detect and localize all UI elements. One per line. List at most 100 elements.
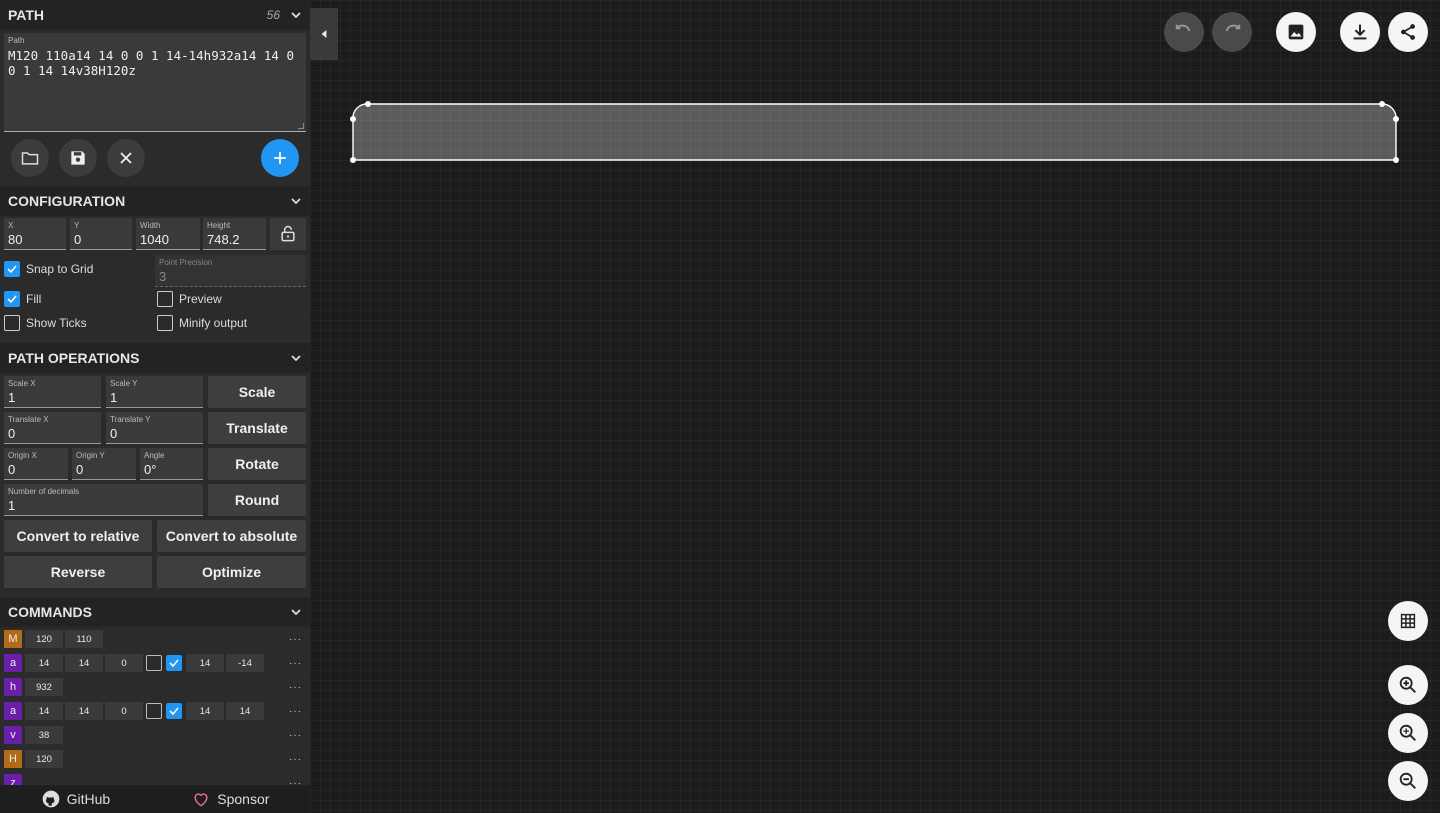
command-value-input[interactable]: 120: [25, 750, 63, 768]
command-letter[interactable]: v: [4, 726, 22, 744]
round-button[interactable]: Round: [208, 484, 306, 516]
command-value-input[interactable]: 932: [25, 678, 63, 696]
y-field[interactable]: Y 0: [70, 218, 132, 250]
command-letter[interactable]: h: [4, 678, 22, 696]
preview-checkbox[interactable]: Preview: [157, 291, 222, 307]
arc-flag-checkbox-checked[interactable]: [166, 703, 182, 719]
show-ticks-checkbox[interactable]: Show Ticks: [4, 315, 87, 331]
sponsor-link[interactable]: Sponsor: [191, 789, 269, 809]
fill-checkbox[interactable]: Fill: [4, 291, 41, 307]
angle-field[interactable]: Angle 0°: [140, 448, 203, 480]
share-button[interactable]: [1388, 12, 1428, 52]
translate-y-field[interactable]: Translate Y 0: [106, 412, 203, 444]
aspect-lock-button[interactable]: [270, 218, 306, 250]
convert-to-relative-button[interactable]: Convert to relative: [4, 520, 152, 552]
commands-header[interactable]: COMMANDS: [0, 597, 310, 627]
path-point-handle[interactable]: [350, 116, 356, 122]
add-path-button[interactable]: [261, 139, 299, 177]
rotate-button[interactable]: Rotate: [208, 448, 306, 480]
command-row[interactable]: h 932 ···: [4, 678, 306, 696]
clear-button[interactable]: [107, 139, 145, 177]
chevron-down-icon[interactable]: [290, 352, 302, 364]
command-value-input[interactable]: 38: [25, 726, 63, 744]
command-row[interactable]: v 38 ···: [4, 726, 306, 744]
path-section-header[interactable]: PATH 56: [0, 0, 310, 30]
convert-to-absolute-button[interactable]: Convert to absolute: [157, 520, 306, 552]
redo-button[interactable]: [1212, 12, 1252, 52]
path-point-handle[interactable]: [1393, 157, 1399, 163]
path-operations-header[interactable]: PATH OPERATIONS: [0, 343, 310, 373]
decimals-field[interactable]: Number of decimals 1: [4, 484, 203, 516]
toggle-grid-button[interactable]: [1388, 601, 1428, 641]
path-textarea[interactable]: M120 110a14 14 0 0 1 14-14h932a14 14 0 0…: [8, 48, 302, 128]
github-link[interactable]: GitHub: [41, 789, 110, 809]
command-row[interactable]: a 14 14 0 14 -14 ···: [4, 654, 306, 672]
origin-x-field[interactable]: Origin X 0: [4, 448, 68, 480]
scale-x-field[interactable]: Scale X 1: [4, 376, 101, 408]
path-point-handle[interactable]: [350, 157, 356, 163]
more-options-icon[interactable]: ···: [289, 706, 302, 717]
command-value-input[interactable]: 14: [226, 702, 264, 720]
undo-button[interactable]: [1164, 12, 1204, 52]
path-shape[interactable]: [352, 103, 1397, 161]
command-letter[interactable]: M: [4, 630, 22, 648]
snap-to-grid-checkbox[interactable]: Snap to Grid: [4, 261, 93, 277]
path-point-handle[interactable]: [365, 101, 371, 107]
command-letter[interactable]: a: [4, 702, 22, 720]
zoom-fit-button[interactable]: [1388, 713, 1428, 753]
path-point-handle[interactable]: [1379, 101, 1385, 107]
command-value-input[interactable]: 0: [105, 702, 143, 720]
command-row[interactable]: M 120 110 ···: [4, 630, 306, 648]
command-value-input[interactable]: 120: [25, 630, 63, 648]
origin-y-field[interactable]: Origin Y 0: [72, 448, 136, 480]
translate-button[interactable]: Translate: [208, 412, 306, 444]
open-file-button[interactable]: [11, 139, 49, 177]
arc-flag-checkbox[interactable]: [146, 703, 162, 719]
command-letter[interactable]: a: [4, 654, 22, 672]
scale-y-field[interactable]: Scale Y 1: [106, 376, 203, 408]
more-options-icon[interactable]: ···: [289, 658, 302, 669]
command-row[interactable]: a 14 14 0 14 14 ···: [4, 702, 306, 720]
command-value-input[interactable]: 0: [105, 654, 143, 672]
zoom-out-button[interactable]: [1388, 761, 1428, 801]
more-options-icon[interactable]: ···: [289, 730, 302, 741]
save-button[interactable]: [59, 139, 97, 177]
translate-x-field[interactable]: Translate X 0: [4, 412, 101, 444]
background-image-button[interactable]: [1276, 12, 1316, 52]
download-button[interactable]: [1340, 12, 1380, 52]
configuration-section-header[interactable]: CONFIGURATION: [0, 186, 310, 216]
height-field[interactable]: Height 748.2: [203, 218, 266, 250]
more-options-icon[interactable]: ···: [289, 682, 302, 693]
command-letter[interactable]: H: [4, 750, 22, 768]
command-value-input[interactable]: 14: [25, 654, 63, 672]
width-field[interactable]: Width 1040: [136, 218, 200, 250]
command-value-input[interactable]: 14: [186, 654, 224, 672]
origin-x-label: Origin X: [8, 451, 37, 460]
command-value-input[interactable]: 110: [65, 630, 103, 648]
path-input-field[interactable]: Path M120 110a14 14 0 0 1 14-14h932a14 1…: [4, 33, 306, 132]
scale-button[interactable]: Scale: [208, 376, 306, 408]
chevron-down-icon[interactable]: [290, 195, 302, 207]
save-icon: [71, 151, 85, 165]
command-value-input[interactable]: 14: [25, 702, 63, 720]
reverse-button[interactable]: Reverse: [4, 556, 152, 588]
arc-flag-checkbox-checked[interactable]: [166, 655, 182, 671]
chevron-down-icon[interactable]: [290, 606, 302, 618]
command-value-input[interactable]: 14: [65, 702, 103, 720]
command-row[interactable]: H 120 ···: [4, 750, 306, 768]
zoom-in-button[interactable]: [1388, 665, 1428, 705]
svg-canvas[interactable]: [310, 0, 1440, 813]
command-value-input[interactable]: 14: [186, 702, 224, 720]
optimize-button[interactable]: Optimize: [157, 556, 306, 588]
resize-grip-icon[interactable]: [298, 123, 304, 129]
collapse-sidebar-button[interactable]: [310, 8, 338, 60]
more-options-icon[interactable]: ···: [289, 634, 302, 645]
minify-output-checkbox[interactable]: Minify output: [157, 315, 247, 331]
path-point-handle[interactable]: [1393, 116, 1399, 122]
command-value-input[interactable]: -14: [226, 654, 264, 672]
x-field[interactable]: X 80: [4, 218, 66, 250]
arc-flag-checkbox[interactable]: [146, 655, 162, 671]
more-options-icon[interactable]: ···: [289, 754, 302, 765]
command-value-input[interactable]: 14: [65, 654, 103, 672]
chevron-down-icon[interactable]: [290, 9, 302, 21]
